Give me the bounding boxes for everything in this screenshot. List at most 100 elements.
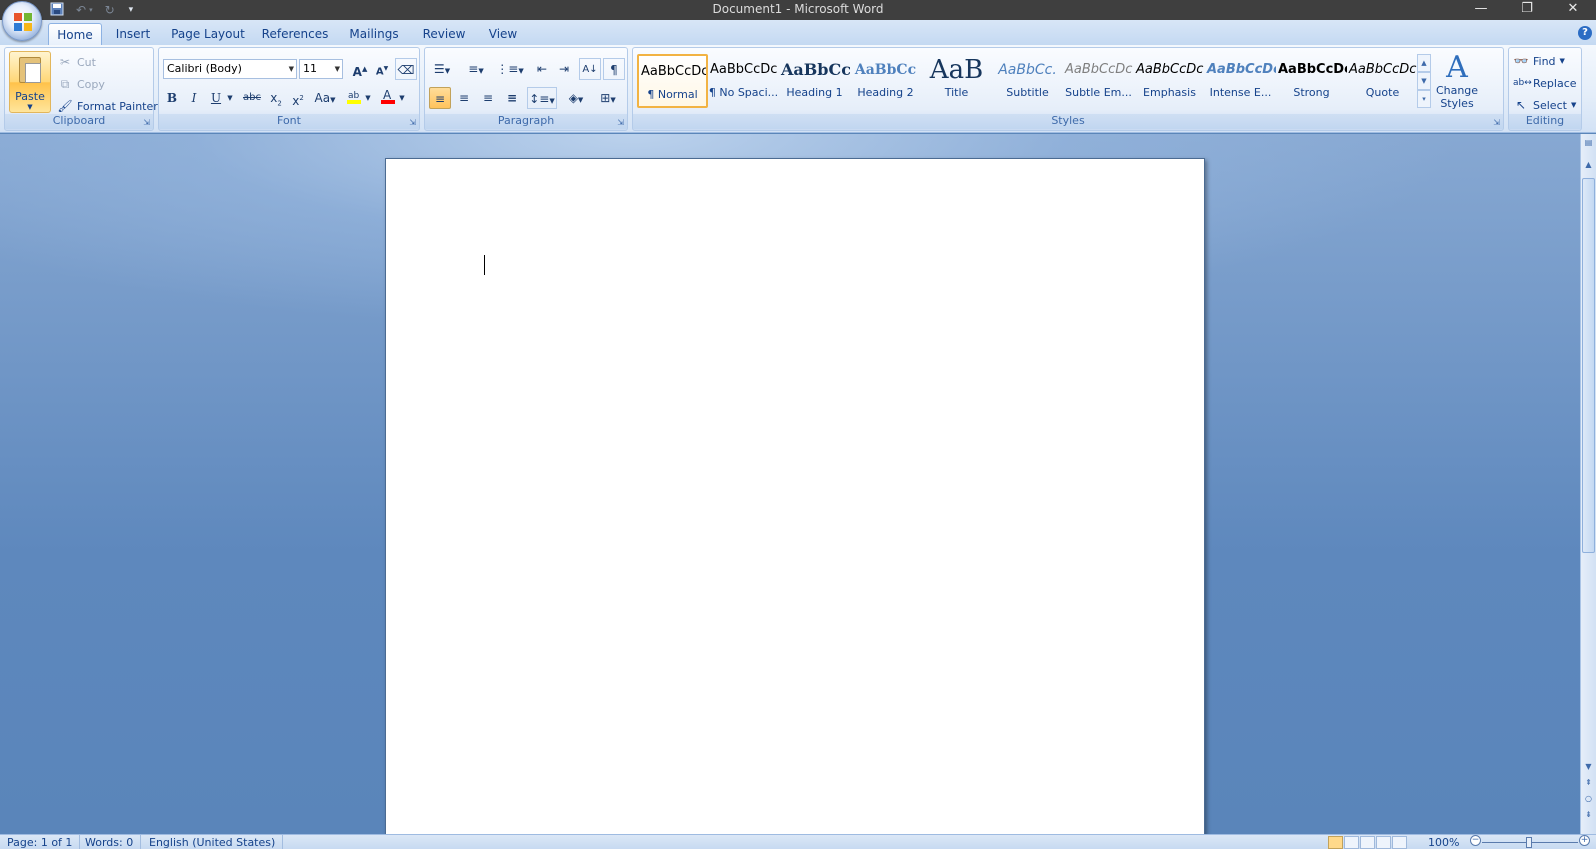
style-no-spacing[interactable]: AaBbCcDc ¶ No Spaci... <box>708 54 779 108</box>
style-intense-emphasis[interactable]: AaBbCcDc Intense E... <box>1205 54 1276 108</box>
scroll-down-icon[interactable]: ▼ <box>1582 760 1595 774</box>
superscript-icon[interactable]: x2 <box>287 87 309 109</box>
gallery-down-icon[interactable]: ▼ <box>1417 72 1431 90</box>
select-button[interactable]: ↖ Select ▼ <box>1513 97 1576 113</box>
tab-insert[interactable]: Insert <box>108 23 158 45</box>
highlight-icon[interactable]: ab <box>343 87 365 109</box>
zoom-level[interactable]: 100% <box>1428 835 1459 849</box>
print-layout-view-icon[interactable] <box>1328 836 1343 849</box>
highlight-dropdown-icon[interactable]: ▼ <box>363 87 373 109</box>
web-layout-view-icon[interactable] <box>1360 836 1375 849</box>
scroll-up-icon[interactable]: ▲ <box>1582 158 1595 172</box>
grow-font-icon[interactable]: A▲ <box>349 58 371 80</box>
increase-indent-icon[interactable]: ⇥ <box>553 58 575 80</box>
align-center-icon[interactable]: ≡ <box>453 87 475 109</box>
tab-references[interactable]: References <box>260 23 330 45</box>
copy-button[interactable]: ⧉ Copy <box>57 76 105 92</box>
redo-icon[interactable]: ↻ <box>105 3 115 17</box>
style-subtitle[interactable]: AaBbCc. Subtitle <box>992 54 1063 108</box>
save-icon[interactable] <box>50 2 64 19</box>
font-size-combo[interactable]: 11 ▼ <box>299 59 343 79</box>
borders-icon[interactable]: ⊞▼ <box>593 87 623 109</box>
tab-page-layout[interactable]: Page Layout <box>170 23 246 45</box>
tab-review[interactable]: Review <box>418 23 470 45</box>
ribbon: Paste ▼ ✂ Cut ⧉ Copy 🖌 Format Painter Cl… <box>0 45 1596 133</box>
zoom-out-icon[interactable]: − <box>1470 835 1481 846</box>
multilevel-list-icon[interactable]: ⋮≡▼ <box>495 58 525 80</box>
scroll-thumb[interactable] <box>1582 178 1595 553</box>
subscript-icon[interactable]: x2 <box>265 87 287 109</box>
cut-button[interactable]: ✂ Cut <box>57 54 96 70</box>
decrease-indent-icon[interactable]: ⇤ <box>531 58 553 80</box>
style-emphasis[interactable]: AaBbCcDc Emphasis <box>1134 54 1205 108</box>
gallery-up-icon[interactable]: ▲ <box>1417 54 1431 72</box>
strikethrough-icon[interactable]: abc <box>241 87 263 109</box>
page-count-status[interactable]: Page: 1 of 1 <box>0 835 81 849</box>
replace-button[interactable]: ab↔ Replace <box>1513 75 1577 91</box>
find-button[interactable]: 👓 Find ▼ <box>1513 53 1565 69</box>
justify-icon[interactable]: ≡ <box>501 87 523 109</box>
underline-dropdown-icon[interactable]: ▼ <box>225 87 235 109</box>
style-subtle-emphasis[interactable]: AaBbCcDc Subtle Em... <box>1063 54 1134 108</box>
underline-icon[interactable]: U <box>205 87 227 109</box>
shading-icon[interactable]: ◈▼ <box>561 87 591 109</box>
customize-qat-icon[interactable]: ▾ <box>129 5 134 15</box>
style-sample: AaBbCcDc <box>1278 62 1347 77</box>
ruler-toggle-icon[interactable]: ▤ <box>1582 136 1595 150</box>
style-title[interactable]: AaB Title <box>921 54 992 108</box>
italic-icon[interactable]: I <box>183 87 205 109</box>
style-normal[interactable]: AaBbCcDc ¶ Normal <box>637 54 708 108</box>
style-quote[interactable]: AaBbCcDc Quote <box>1347 54 1418 108</box>
document-page[interactable] <box>385 158 1205 834</box>
zoom-in-icon[interactable]: + <box>1579 835 1590 846</box>
style-strong[interactable]: AaBbCcDc Strong <box>1276 54 1347 108</box>
gallery-more-icon[interactable]: ▾ <box>1417 90 1431 108</box>
font-color-icon[interactable]: A <box>377 87 399 109</box>
next-page-icon[interactable]: ⇟ <box>1582 808 1595 822</box>
help-icon[interactable]: ? <box>1578 26 1592 40</box>
change-styles-button[interactable]: A Change Styles <box>1435 52 1479 111</box>
vertical-scrollbar[interactable]: ▤ ▲ ▼ ⇞ ○ ⇟ <box>1580 134 1596 834</box>
show-hide-pilcrow-icon[interactable]: ¶ <box>603 58 625 80</box>
change-case-icon[interactable]: Aa▼ <box>311 87 339 109</box>
paragraph-launcher-icon[interactable]: ⇲ <box>617 118 624 127</box>
style-heading-2[interactable]: AaBbCc Heading 2 <box>850 54 921 108</box>
draft-view-icon[interactable] <box>1392 836 1407 849</box>
clear-formatting-icon[interactable]: ⌫ <box>395 58 417 80</box>
line-spacing-icon[interactable]: ↕≡▼ <box>527 87 557 109</box>
tab-view[interactable]: View <box>484 23 522 45</box>
style-heading-1[interactable]: AaBbCc Heading 1 <box>779 54 850 108</box>
bullets-icon[interactable]: ☰▼ <box>427 58 457 80</box>
full-screen-reading-view-icon[interactable] <box>1344 836 1359 849</box>
align-right-icon[interactable]: ≡ <box>477 87 499 109</box>
language-status[interactable]: English (United States) <box>142 835 284 849</box>
paste-button[interactable]: Paste ▼ <box>9 51 51 113</box>
format-painter-button[interactable]: 🖌 Format Painter <box>57 98 157 114</box>
previous-page-icon[interactable]: ⇞ <box>1582 776 1595 790</box>
zoom-knob[interactable] <box>1526 837 1532 848</box>
undo-icon[interactable]: ↶ <box>76 3 86 17</box>
tab-home[interactable]: Home <box>48 23 102 45</box>
styles-launcher-icon[interactable]: ⇲ <box>1493 118 1500 127</box>
close-button[interactable]: ✕ <box>1550 0 1596 20</box>
cursor-arrow-icon: ↖ <box>1515 98 1527 112</box>
word-count-status[interactable]: Words: 0 <box>78 835 142 849</box>
align-left-icon[interactable]: ≡ <box>429 87 451 109</box>
undo-dropdown-icon[interactable]: ▾ <box>89 6 93 14</box>
tab-mailings[interactable]: Mailings <box>344 23 404 45</box>
bold-icon[interactable]: B <box>161 87 183 109</box>
clipboard-launcher-icon[interactable]: ⇲ <box>143 118 150 127</box>
office-button[interactable] <box>2 1 42 41</box>
font-launcher-icon[interactable]: ⇲ <box>409 118 416 127</box>
zoom-slider[interactable]: − + <box>1470 835 1590 848</box>
sort-icon[interactable]: A↓ <box>579 58 601 80</box>
font-color-dropdown-icon[interactable]: ▼ <box>397 87 407 109</box>
shrink-font-icon[interactable]: A▼ <box>371 58 393 80</box>
title-bar: Document1 - Microsoft Word ↶ ▾ ↻ ▾ — ❐ ✕ <box>0 0 1596 20</box>
minimize-button[interactable]: — <box>1458 0 1504 20</box>
outline-view-icon[interactable] <box>1376 836 1391 849</box>
font-name-combo[interactable]: Calibri (Body) ▼ <box>163 59 297 79</box>
numbering-icon[interactable]: ≡▼ <box>461 58 491 80</box>
browse-object-icon[interactable]: ○ <box>1582 792 1595 806</box>
restore-button[interactable]: ❐ <box>1504 0 1550 20</box>
